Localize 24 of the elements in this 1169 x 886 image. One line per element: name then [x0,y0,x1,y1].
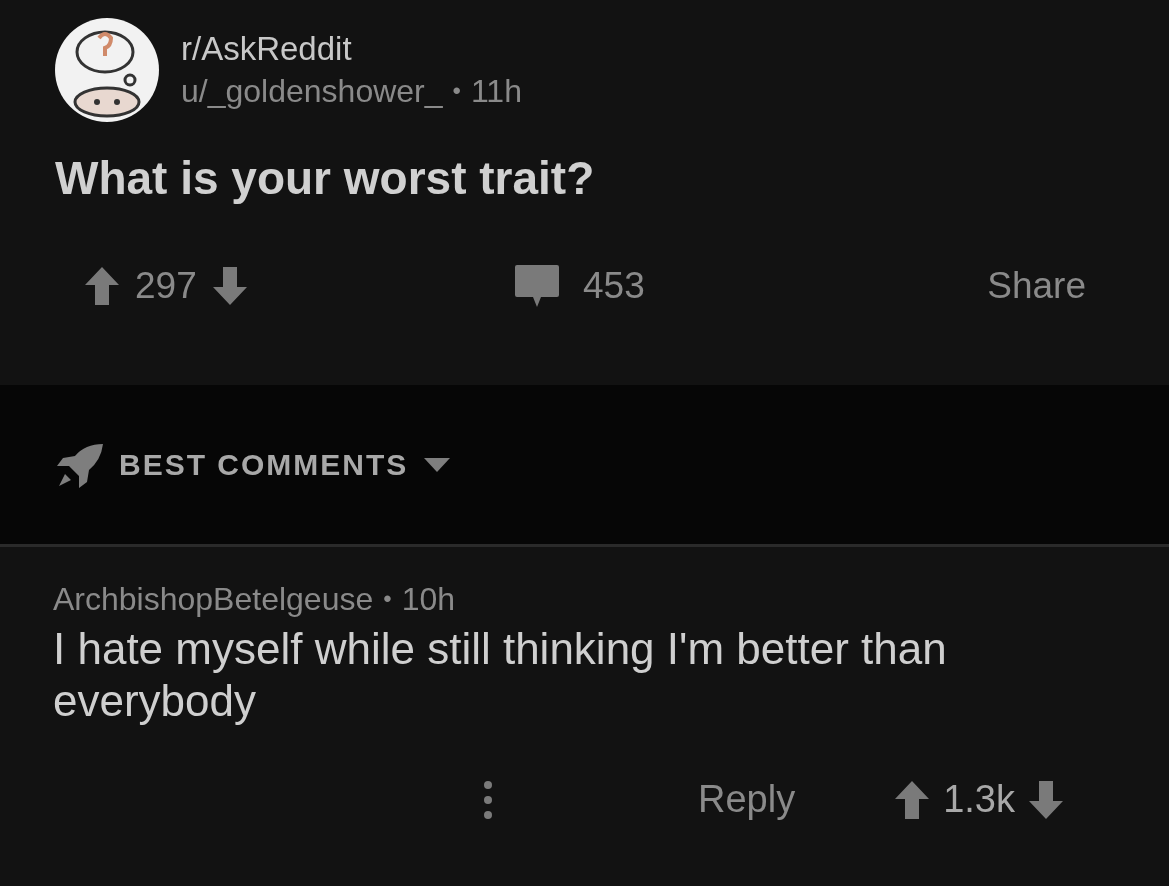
reply-button[interactable]: Reply [698,771,796,828]
separator-dot: • [383,584,392,614]
comment-score: 1.3k [943,777,1015,822]
share-button[interactable]: Share [987,258,1086,314]
subreddit-name[interactable]: r/AskReddit [181,28,522,70]
subreddit-avatar-icon[interactable] [55,18,159,122]
post-time: 11h [470,72,522,111]
upvote-icon[interactable] [85,266,119,305]
comment-body: I hate myself while still thinking I'm better than everybody [53,623,948,727]
caret-icon [424,457,451,472]
downvote-icon[interactable] [212,266,247,305]
post-author[interactable]: u/_goldenshower_ [181,70,443,112]
post-title: What is your worst trait? [55,151,596,206]
rocket-icon[interactable] [55,441,105,488]
comment-count: 453 [583,264,645,308]
upvote-icon[interactable] [895,780,930,819]
downvote-icon[interactable] [1029,780,1063,819]
sort-dropdown[interactable]: BEST COMMENTS [119,442,451,487]
comment-author[interactable]: ArchbishopBetelgeuse [53,579,374,619]
separator-dot: • [452,76,461,106]
post-score: 297 [135,264,197,308]
comment-icon[interactable] [515,264,559,307]
more-options-icon[interactable] [483,779,493,820]
comment-time: 10h [401,580,455,619]
